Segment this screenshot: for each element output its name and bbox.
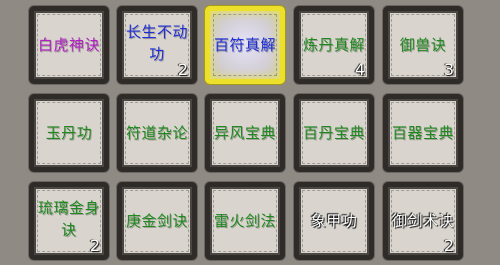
item-count: 4	[354, 60, 365, 79]
skill-name: 象甲功	[310, 212, 358, 230]
item-count: 2	[443, 236, 454, 255]
skill-name: 符道杂论	[126, 124, 189, 142]
skill-slot-baifu-zhenjie[interactable]: 百符真解	[205, 6, 285, 84]
skill-name: 玉丹功	[45, 124, 93, 142]
skill-name: 百符真解	[214, 36, 277, 54]
skill-slot-baiqi-baodian[interactable]: 百器宝典	[383, 94, 463, 172]
skill-slot-gengjin-jianjue[interactable]: 庚金剑诀	[117, 182, 197, 260]
skill-name: 庚金剑诀	[126, 212, 189, 230]
skill-slot-yujianshu-jue[interactable]: 御剑术诀 2	[383, 182, 463, 260]
skill-slot-liuli-jinshen-jue[interactable]: 琉璃金身诀 2	[29, 182, 109, 260]
skill-name: 琉璃金身诀	[38, 199, 101, 239]
skill-slot-fudao-zalun[interactable]: 符道杂论	[117, 94, 197, 172]
skill-name: 长生不动功	[126, 23, 189, 63]
skill-name: 百丹宝典	[303, 124, 366, 142]
skill-name: 异风宝典	[214, 124, 277, 142]
skill-slot-yudan-gong[interactable]: 玉丹功	[29, 94, 109, 172]
skill-name: 雷火剑法	[214, 212, 277, 230]
skill-name: 白虎神诀	[38, 36, 101, 54]
skill-slot-baidan-baodian[interactable]: 百丹宝典	[294, 94, 374, 172]
skill-slot-yushou-jue[interactable]: 御兽诀 3	[383, 6, 463, 84]
item-count: 3	[443, 60, 454, 79]
skill-slot-xiangjia-gong[interactable]: 象甲功	[294, 182, 374, 260]
skill-name: 御兽诀	[399, 36, 447, 54]
skill-name: 御剑术诀	[392, 212, 455, 230]
skill-book-grid: 白虎神诀 长生不动功 2 百符真解 炼丹真解 4 御兽诀 3 玉丹功 符道杂论 …	[0, 0, 500, 265]
skill-slot-yifeng-baodian[interactable]: 异风宝典	[205, 94, 285, 172]
skill-slot-leihuo-jianfa[interactable]: 雷火剑法	[205, 182, 285, 260]
item-count: 2	[177, 60, 188, 79]
skill-name: 炼丹真解	[303, 36, 366, 54]
skill-name: 百器宝典	[392, 124, 455, 142]
skill-slot-liandan-zhenjie[interactable]: 炼丹真解 4	[294, 6, 374, 84]
item-count: 2	[89, 236, 100, 255]
skill-slot-changsheng-budonggong[interactable]: 长生不动功 2	[117, 6, 197, 84]
skill-slot-baihu-shenjue[interactable]: 白虎神诀	[29, 6, 109, 84]
